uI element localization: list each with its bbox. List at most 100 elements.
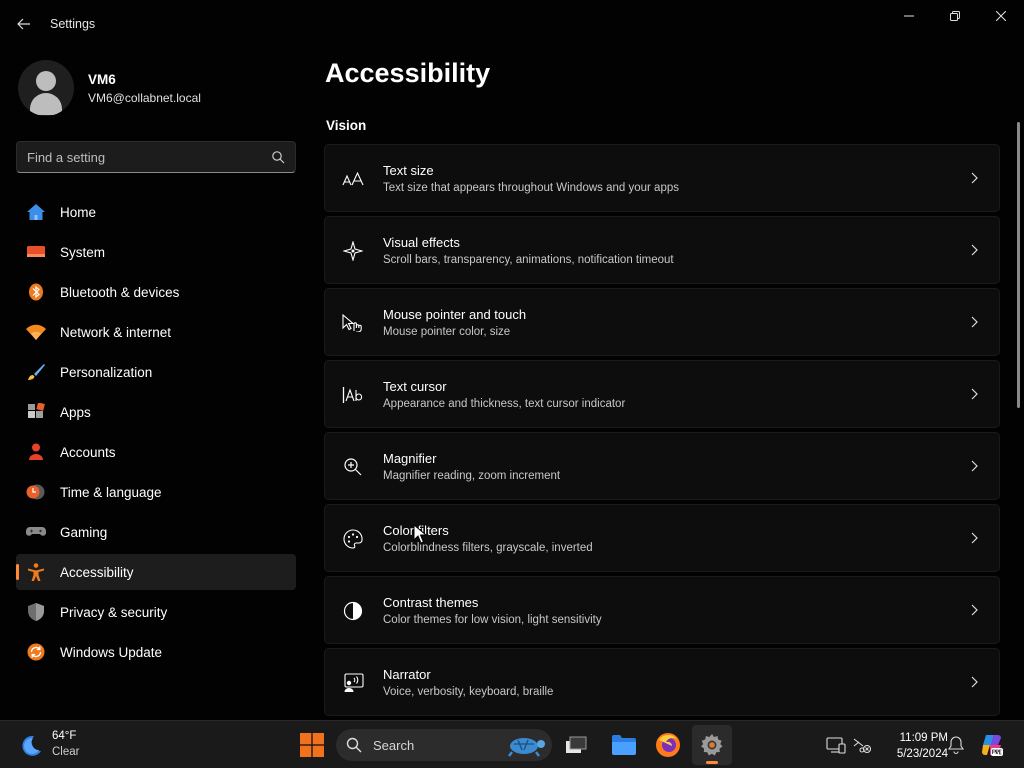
card-description: Magnifier reading, zoom increment	[383, 470, 561, 482]
task-view-icon	[566, 736, 587, 753]
firefox-icon	[656, 733, 680, 757]
card-narrator[interactable]: Narrator Voice, verbosity, keyboard, bra…	[324, 648, 1000, 716]
profile-name: VM6	[88, 72, 116, 87]
close-icon	[996, 11, 1006, 21]
sidebar-item-accessibility[interactable]: Accessibility	[16, 554, 296, 590]
card-title: Text cursor	[383, 379, 447, 394]
accounts-icon	[29, 443, 43, 460]
tray-network-icon[interactable]	[852, 735, 872, 755]
weather-condition: Clear	[52, 746, 80, 758]
card-title: Text size	[383, 163, 434, 178]
sidebar-item-label: Privacy & security	[60, 605, 168, 620]
card-visual-effects[interactable]: Visual effects Scroll bars, transparency…	[324, 216, 1000, 284]
minimize-button[interactable]	[886, 0, 932, 32]
palette-icon	[342, 529, 364, 549]
turtle-highlight-icon	[508, 738, 545, 757]
gear-icon	[701, 734, 723, 756]
sidebar-item-personalization[interactable]: Personalization	[16, 354, 296, 390]
brush-icon	[28, 364, 45, 380]
back-arrow-icon	[17, 18, 30, 30]
sidebar-item-label: Accounts	[60, 445, 116, 460]
avatar	[18, 60, 74, 116]
apps-icon	[28, 403, 45, 418]
magnifier-icon	[342, 457, 364, 477]
bluetooth-icon	[29, 283, 43, 301]
contrast-icon	[342, 601, 364, 621]
weather-temperature: 64°F	[52, 730, 77, 742]
text-cursor-icon	[342, 385, 364, 405]
sidebar-item-windows-update[interactable]: Windows Update	[16, 634, 296, 670]
sidebar-item-apps[interactable]: Apps	[16, 394, 296, 430]
restore-icon	[950, 11, 960, 21]
sidebar-item-label: Accessibility	[60, 565, 134, 580]
moon-icon	[22, 735, 41, 756]
file-explorer-button[interactable]	[604, 725, 644, 765]
taskbar-search-label: Search	[373, 738, 415, 753]
start-button[interactable]	[292, 725, 332, 765]
copilot-icon[interactable]	[980, 733, 1004, 757]
scrollbar[interactable]	[1017, 122, 1020, 408]
folder-icon	[612, 735, 636, 755]
close-button[interactable]	[978, 0, 1024, 32]
shield-icon	[28, 603, 44, 621]
sidebar-item-bluetooth[interactable]: Bluetooth & devices	[16, 274, 296, 310]
clock-date: 5/23/2024	[896, 748, 948, 760]
minimize-icon	[904, 15, 914, 17]
network-icon	[26, 324, 46, 340]
sidebar-item-system[interactable]: System	[16, 234, 296, 270]
update-icon	[27, 643, 45, 661]
sidebar-item-label: Bluetooth & devices	[60, 285, 180, 300]
card-title: Visual effects	[383, 235, 460, 250]
taskbar-search[interactable]: Search	[336, 729, 552, 761]
card-title: Mouse pointer and touch	[383, 307, 527, 322]
sidebar-item-home[interactable]: Home	[16, 194, 296, 230]
user-profile[interactable]: VM6 VM6@collabnet.local	[18, 60, 298, 118]
firefox-button[interactable]	[648, 725, 688, 765]
title-bar: Settings	[0, 0, 1024, 48]
sidebar-item-label: Gaming	[60, 525, 108, 540]
clock-time: 11:09 PM	[899, 732, 948, 744]
section-title-vision: Vision	[326, 118, 367, 133]
card-text-size[interactable]: Text size Text size that appears through…	[324, 144, 1000, 212]
sidebar-item-network[interactable]: Network & internet	[16, 314, 296, 350]
sidebar-item-time-language[interactable]: Time & language	[16, 474, 296, 510]
find-setting-search[interactable]	[16, 141, 296, 173]
card-contrast-themes[interactable]: Contrast themes Color themes for low vis…	[324, 576, 1000, 644]
card-description: Text size that appears throughout Window…	[383, 182, 679, 194]
chevron-right-icon	[971, 604, 978, 616]
card-magnifier[interactable]: Magnifier Magnifier reading, zoom increm…	[324, 432, 1000, 500]
chevron-right-icon	[971, 172, 978, 184]
back-button[interactable]	[10, 10, 38, 38]
page-title: Accessibility	[325, 58, 491, 88]
pointer-touch-icon	[342, 313, 364, 333]
settings-window: Settings VM6 VM6@collabnet.local Home Sy…	[0, 0, 1024, 720]
search-icon	[272, 151, 285, 164]
sidebar-item-label: Personalization	[60, 365, 153, 380]
app-title: Settings	[50, 17, 96, 31]
card-title: Narrator	[383, 667, 431, 682]
search-input[interactable]	[27, 148, 267, 166]
card-title: Contrast themes	[383, 595, 479, 610]
settings-app-button[interactable]	[692, 725, 732, 765]
sidebar-item-label: System	[60, 245, 106, 260]
card-mouse-pointer-touch[interactable]: Mouse pointer and touch Mouse pointer co…	[324, 288, 1000, 356]
taskbar-clock[interactable]: 11:09 PM 5/23/2024	[878, 730, 948, 762]
gamepad-icon	[26, 527, 46, 536]
home-icon	[27, 204, 45, 220]
restore-button[interactable]	[932, 0, 978, 32]
settings-cards: Text size Text size that appears through…	[324, 144, 1000, 720]
sidebar-item-privacy[interactable]: Privacy & security	[16, 594, 296, 630]
windows-logo-icon	[300, 733, 324, 757]
chevron-right-icon	[971, 532, 978, 544]
accessibility-icon	[28, 563, 44, 581]
sidebar-item-gaming[interactable]: Gaming	[16, 514, 296, 550]
weather-widget[interactable]: 64°F Clear	[14, 727, 124, 763]
card-description: Voice, verbosity, keyboard, braille	[383, 686, 554, 698]
narrator-icon	[342, 673, 364, 693]
tray-display-icon[interactable]	[826, 735, 846, 755]
notification-bell-icon[interactable]	[946, 735, 966, 755]
card-text-cursor[interactable]: Text cursor Appearance and thickness, te…	[324, 360, 1000, 428]
task-view-button[interactable]	[556, 725, 596, 765]
sidebar-item-accounts[interactable]: Accounts	[16, 434, 296, 470]
sidebar-nav: Home System Bluetooth & devices Network …	[16, 194, 296, 674]
